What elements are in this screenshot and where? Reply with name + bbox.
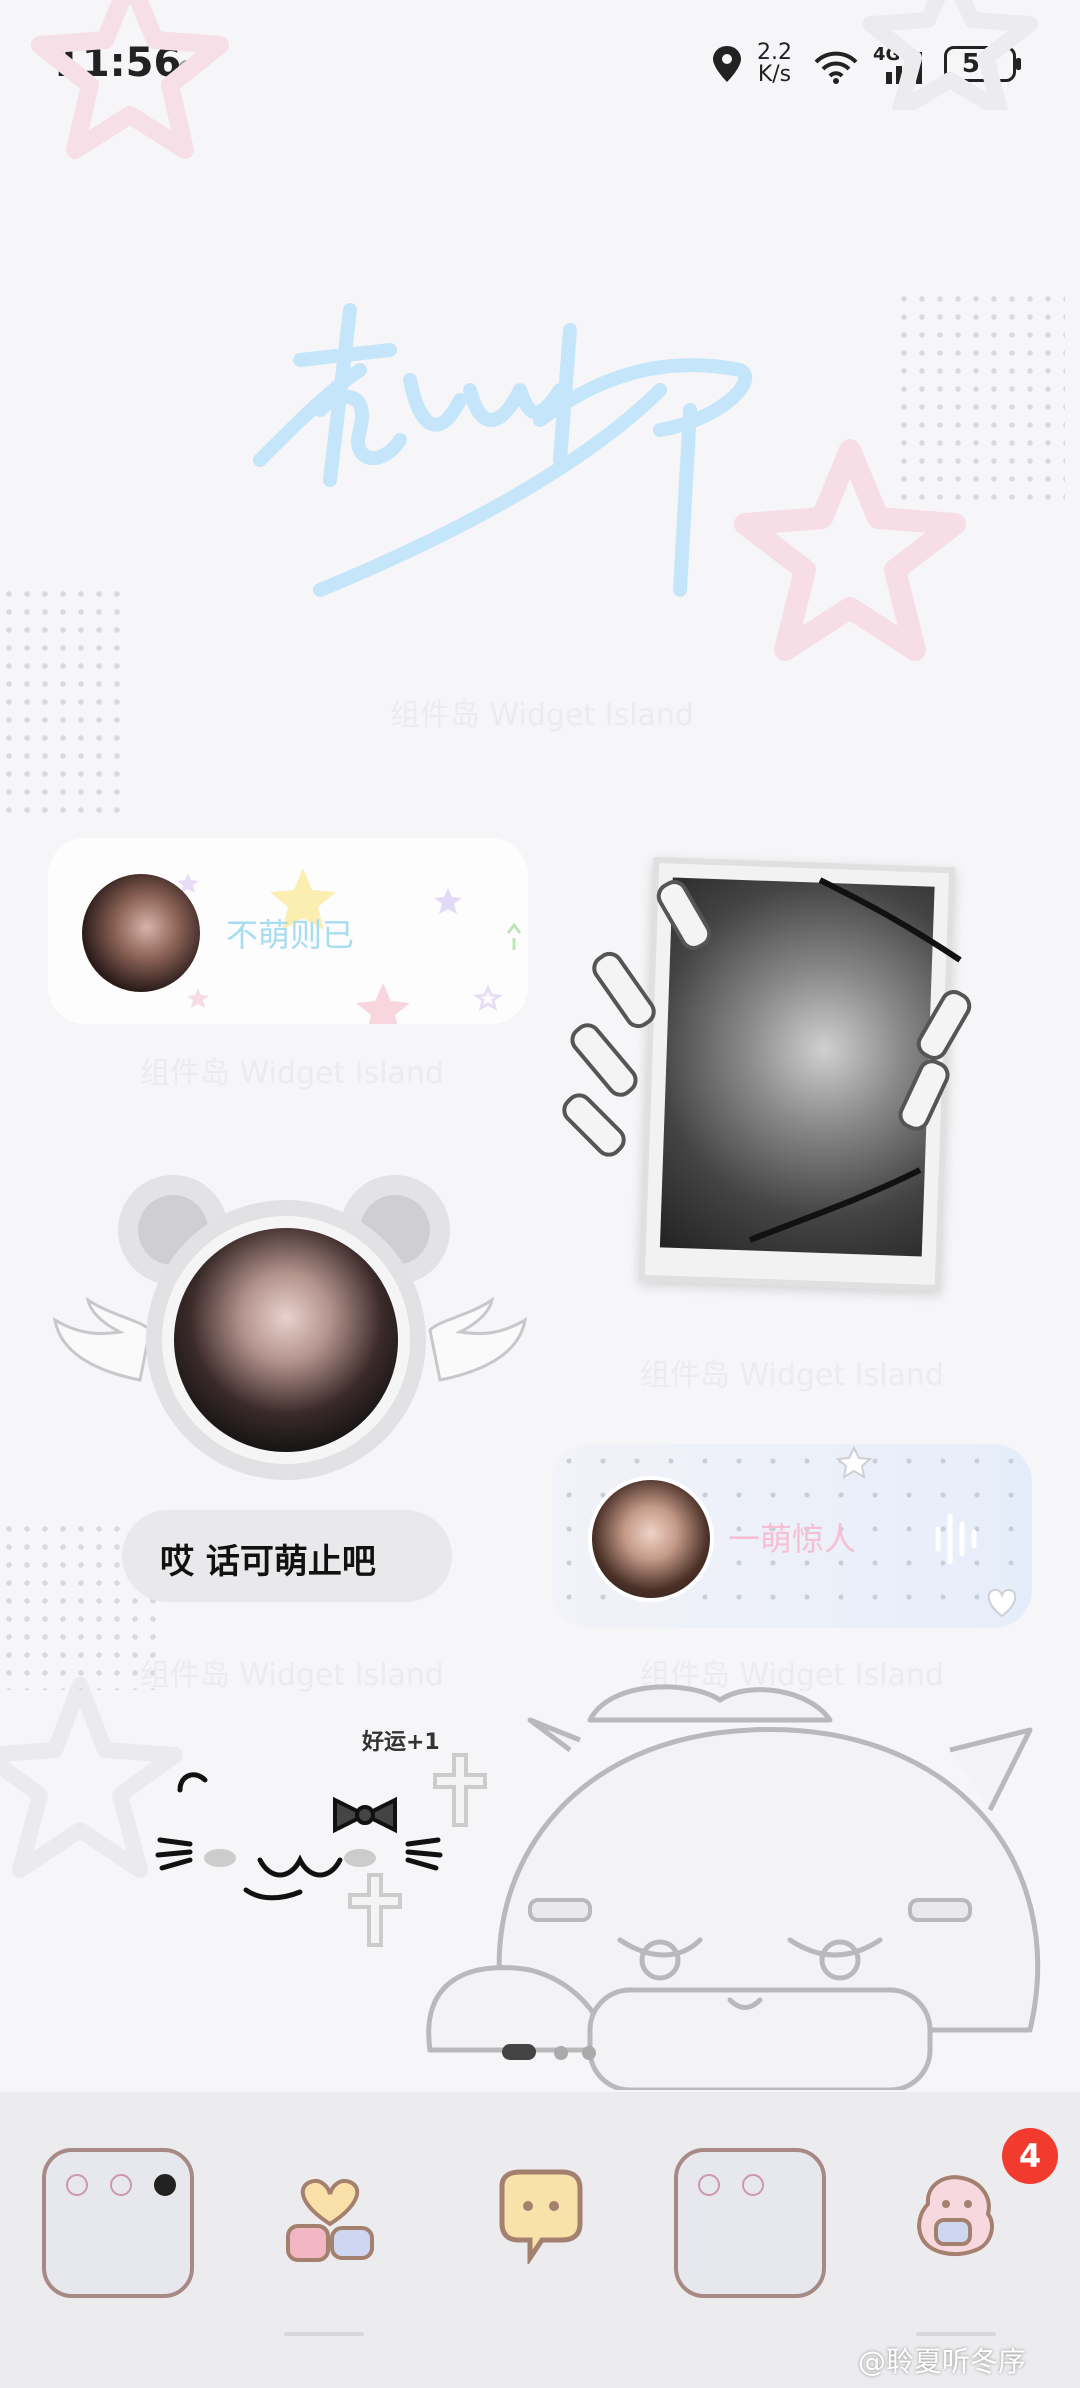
speech-bubble: 哎 话可萌止吧 [122, 1510, 452, 1602]
net-speed: 2.2 K/s [757, 42, 792, 86]
page-indicator[interactable] [498, 2044, 618, 2062]
game-app-icon[interactable] [906, 2164, 1010, 2268]
folder-app-icon [110, 2174, 132, 2196]
chat-app-icon[interactable] [492, 2168, 588, 2264]
star-decoration-icon [31, 0, 229, 159]
avatar [174, 1228, 398, 1452]
sound-wave-icon [935, 1513, 977, 1565]
widget-watermark: 组件岛 Widget Island [640, 1358, 944, 1393]
net-speed-value: 2.2 [757, 40, 792, 65]
folder-app-icon [154, 2174, 176, 2196]
dock-page-line [284, 2332, 364, 2336]
page-dot[interactable] [554, 2046, 568, 2060]
dot-pattern [895, 290, 1065, 510]
folder-app-icon [698, 2174, 720, 2196]
pill-widget[interactable]: 一萌惊人 [552, 1444, 1032, 1628]
bear-avatar-widget[interactable]: 哎 话可萌止吧 [50, 1170, 530, 1610]
pill-text: 一萌惊人 [728, 1520, 857, 1558]
bubble-text: 哎 话可萌止吧 [160, 1542, 376, 1582]
heart-icon [987, 1588, 1017, 1618]
signature-graphic [253, 303, 753, 597]
avatar [588, 1476, 714, 1602]
chibi-character-illustration [426, 1684, 1041, 2090]
banner-text: 不萌则已 [226, 916, 355, 954]
app-folder-1[interactable] [42, 2148, 194, 2298]
page-dot-active[interactable] [502, 2044, 536, 2060]
credit-watermark: @聆夏听冬序 [858, 2345, 1027, 2378]
app-folder-2[interactable] [674, 2148, 826, 2298]
star-outline-icon [835, 1445, 873, 1479]
widget-watermark: 组件岛 Widget Island [390, 698, 694, 733]
folder-app-icon [742, 2174, 764, 2196]
net-speed-unit: K/s [757, 62, 792, 87]
folder-app-icon [66, 2174, 88, 2196]
widget-watermark: 组件岛 Widget Island [140, 1056, 444, 1091]
skeleton-hands-decoration [562, 877, 972, 1243]
photo-frame-widget[interactable] [560, 840, 1010, 1310]
banner-widget[interactable]: 不萌则已 [48, 838, 528, 1024]
star-decoration-icon [862, 0, 1038, 110]
page-dot[interactable] [582, 2046, 596, 2060]
location-icon [713, 46, 741, 82]
dock-page-line [916, 2332, 996, 2336]
notification-badge: 4 [1002, 2128, 1058, 2184]
hearts-app-icon[interactable] [282, 2170, 378, 2270]
dot-pattern [0, 585, 120, 815]
avatar [82, 874, 200, 992]
